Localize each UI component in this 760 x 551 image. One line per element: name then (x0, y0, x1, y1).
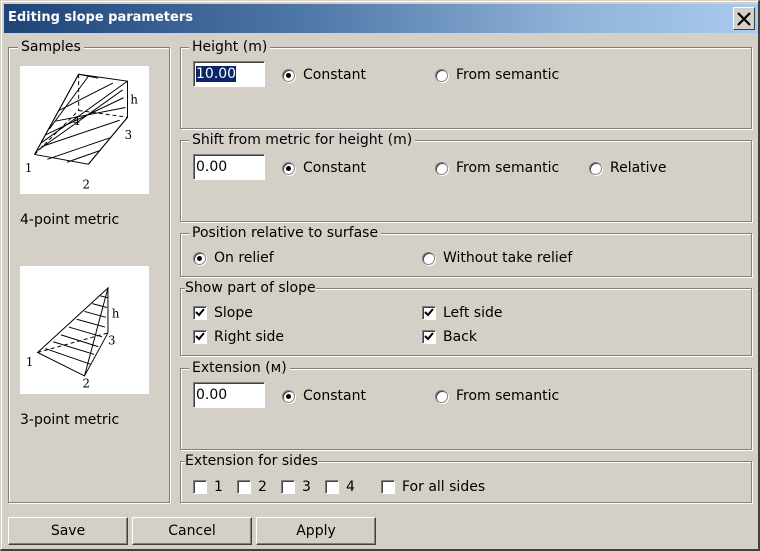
three-point-slope-icon: 1 2 3 h (26, 286, 120, 391)
checkbox-label: Right side (214, 329, 284, 345)
extension-constant-radio[interactable]: Constant (282, 387, 366, 405)
checkbox-checked-icon (422, 306, 436, 320)
checkbox-label: 4 (346, 479, 355, 495)
extension-value: 0.00 (196, 387, 228, 403)
window-title: Editing slope parameters (8, 10, 193, 25)
checkbox-checked-icon (193, 306, 207, 320)
radio-unselected-icon (422, 251, 435, 265)
radio-unselected-icon (435, 389, 448, 403)
extension-legend: Extension (м) (189, 359, 290, 377)
height-group: Height (m) 10.00 Constant From semantic (180, 38, 752, 129)
checkbox-label: Slope (214, 305, 253, 321)
right-side-checkbox[interactable]: Right side (193, 328, 284, 346)
for-all-sides-checkbox[interactable]: For all sides (381, 478, 485, 496)
radio-label: Without take relief (443, 250, 573, 266)
show-part-legend: Show part of slope (185, 279, 316, 297)
samples-legend: Samples (18, 38, 84, 56)
checkbox-label: 2 (258, 479, 267, 495)
height-label-h: h (130, 93, 138, 107)
point-label-3: 3 (108, 334, 115, 348)
close-x-icon (737, 11, 751, 26)
checkbox-label: For all sides (402, 479, 486, 495)
shift-input[interactable]: 0.00 (193, 154, 265, 180)
save-button[interactable]: Save (8, 517, 128, 545)
radio-unselected-icon (435, 161, 448, 175)
point-label-1: 1 (26, 355, 33, 369)
checkbox-label: 3 (302, 479, 311, 495)
checkbox-label: Back (443, 329, 477, 345)
extension-group: Extension (м) 0.00 Constant From semanti… (180, 359, 752, 450)
radio-selected-icon (282, 161, 295, 175)
height-legend: Height (m) (189, 38, 271, 56)
checkbox-label: Left side (443, 305, 503, 321)
position-legend: Position relative to surfase (189, 224, 382, 242)
checkbox-checked-icon (422, 330, 436, 344)
point-label-2: 2 (83, 178, 90, 192)
height-value: 10.00 (196, 66, 237, 82)
radio-label: Constant (303, 388, 366, 404)
shift-constant-radio[interactable]: Constant (282, 159, 366, 177)
radio-selected-icon (282, 68, 295, 82)
close-button[interactable] (733, 7, 755, 30)
height-input[interactable]: 10.00 (193, 61, 265, 87)
extension-sides-legend: Extension for sides (185, 452, 318, 470)
cancel-button[interactable]: Cancel (132, 517, 252, 545)
shift-group: Shift from metric for height (m) 0.00 Co… (180, 131, 752, 222)
side-4-checkbox[interactable]: 4 (325, 478, 355, 496)
radio-selected-icon (282, 389, 295, 403)
shift-legend: Shift from metric for height (m) (189, 131, 416, 149)
dialog-window: Editing slope parameters Samples 1 2 3 4… (0, 0, 760, 551)
on-relief-radio[interactable]: On relief (193, 249, 274, 267)
three-point-slope-diagram: 1 2 3 h (20, 266, 149, 394)
checkbox-unchecked-icon (193, 480, 207, 494)
radio-unselected-icon (589, 161, 602, 175)
height-from-semantic-radio[interactable]: From semantic (435, 66, 559, 84)
shift-from-semantic-radio[interactable]: From semantic (435, 159, 559, 177)
height-constant-radio[interactable]: Constant (282, 66, 366, 84)
extension-input[interactable]: 0.00 (193, 382, 265, 408)
shift-value: 0.00 (196, 159, 228, 175)
four-point-slope-icon: 1 2 3 4 h (25, 73, 138, 192)
point-label-1: 1 (25, 161, 32, 175)
radio-label: Constant (303, 160, 366, 176)
title-bar[interactable]: Editing slope parameters (4, 4, 758, 33)
radio-label: From semantic (456, 388, 560, 404)
four-point-metric-label: 4-point metric (20, 212, 120, 228)
extension-from-semantic-radio[interactable]: From semantic (435, 387, 559, 405)
side-1-checkbox[interactable]: 1 (193, 478, 223, 496)
three-point-metric-label: 3-point metric (20, 412, 120, 428)
extension-sides-group: Extension for sides 1 2 3 4 For all side… (180, 452, 752, 503)
slope-checkbox[interactable]: Slope (193, 304, 253, 322)
radio-selected-icon (193, 251, 206, 265)
radio-label: From semantic (456, 160, 560, 176)
point-label-3: 3 (125, 128, 132, 142)
back-checkbox[interactable]: Back (422, 328, 477, 346)
apply-button[interactable]: Apply (256, 517, 376, 545)
without-take-relief-radio[interactable]: Without take relief (422, 249, 572, 267)
radio-unselected-icon (435, 68, 448, 82)
radio-label: Relative (610, 160, 667, 176)
side-3-checkbox[interactable]: 3 (281, 478, 311, 496)
point-label-2: 2 (83, 377, 90, 391)
radio-label: On relief (214, 250, 274, 266)
four-point-slope-diagram: 1 2 3 4 h (20, 66, 149, 194)
height-label-h: h (112, 306, 120, 320)
radio-label: From semantic (456, 67, 560, 83)
checkbox-checked-icon (193, 330, 207, 344)
radio-label: Constant (303, 67, 366, 83)
shift-relative-radio[interactable]: Relative (589, 159, 666, 177)
position-group: Position relative to surfase On relief W… (180, 224, 752, 277)
show-part-group: Show part of slope Slope Left side Right… (180, 279, 752, 356)
checkbox-unchecked-icon (325, 480, 339, 494)
side-2-checkbox[interactable]: 2 (237, 478, 267, 496)
point-label-4: 4 (73, 114, 80, 128)
checkbox-label: 1 (214, 479, 223, 495)
checkbox-unchecked-icon (237, 480, 251, 494)
checkbox-unchecked-icon (381, 480, 395, 494)
checkbox-unchecked-icon (281, 480, 295, 494)
left-side-checkbox[interactable]: Left side (422, 304, 502, 322)
samples-group: Samples 1 2 3 4 h 4-point metric 1 2 3 h… (8, 38, 170, 503)
